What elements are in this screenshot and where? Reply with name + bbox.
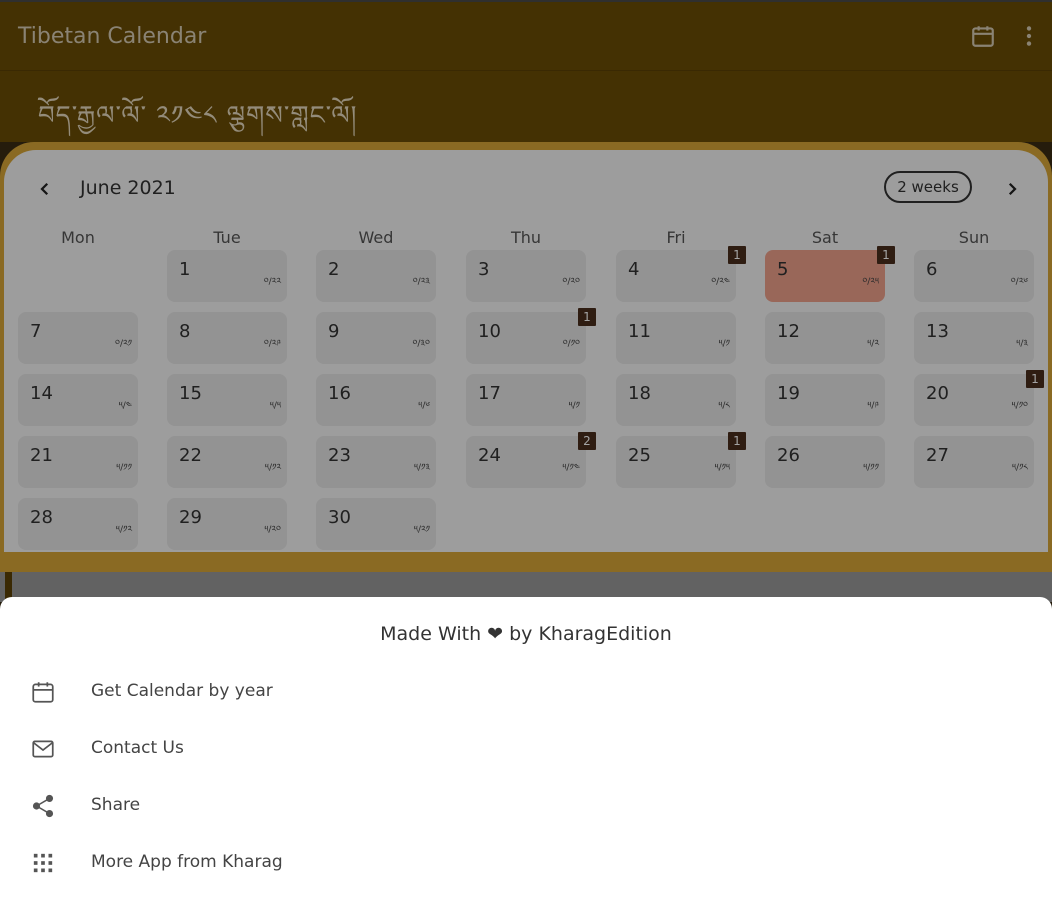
calendar-icon xyxy=(30,679,56,705)
share-icon xyxy=(30,793,56,819)
menu-item-label: More App from Kharag xyxy=(91,852,283,872)
menu-item-label: Contact Us xyxy=(91,738,184,758)
menu-item-label: Share xyxy=(91,795,141,815)
menu-item-contact[interactable]: Contact Us xyxy=(0,720,1052,777)
mail-icon xyxy=(30,736,56,762)
menu-item-more-apps[interactable]: More App from Kharag xyxy=(0,834,1052,891)
menu-item-get-calendar[interactable]: Get Calendar by year xyxy=(0,663,1052,720)
apps-grid-icon xyxy=(30,850,56,876)
menu-item-share[interactable]: Share xyxy=(0,777,1052,834)
bottom-sheet: Made With ❤ by KharagEdition Get Calenda… xyxy=(0,597,1052,900)
menu-item-label: Get Calendar by year xyxy=(91,681,273,701)
sheet-title: Made With ❤ by KharagEdition xyxy=(380,623,672,645)
